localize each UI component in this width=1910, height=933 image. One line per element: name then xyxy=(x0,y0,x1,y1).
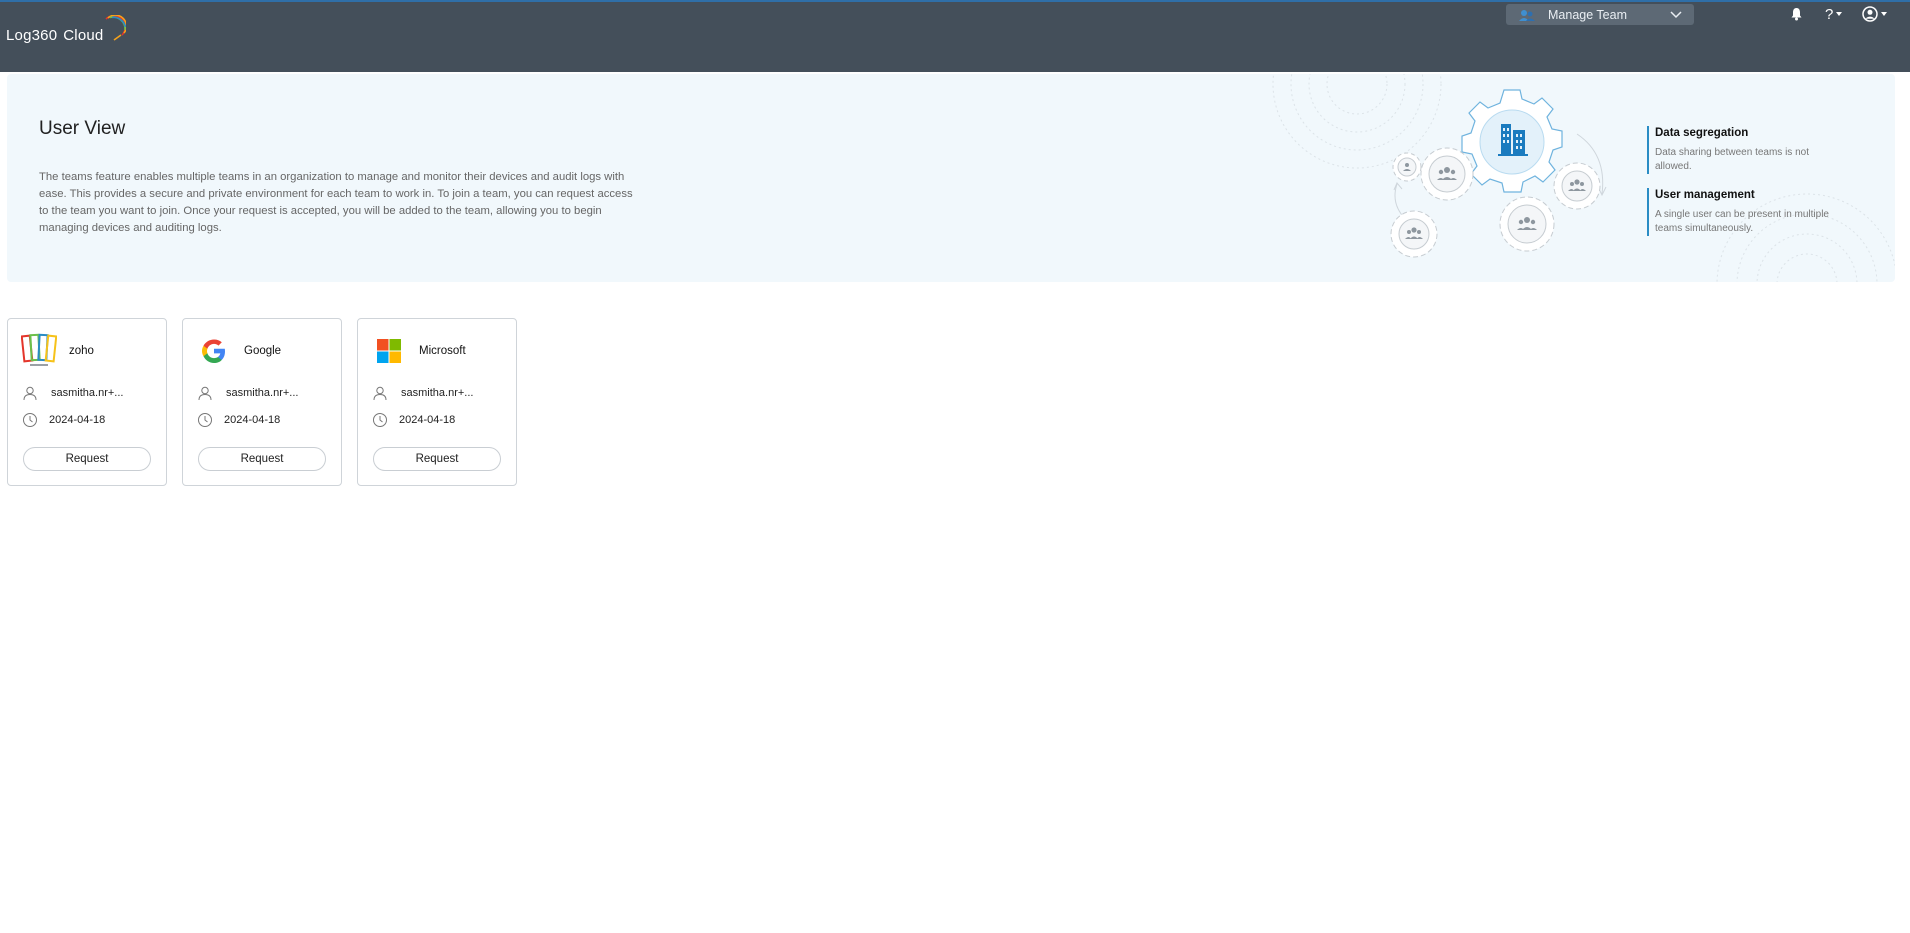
caret-down-icon xyxy=(1881,12,1888,16)
help-button[interactable]: ? xyxy=(1825,5,1843,23)
feature-title: Data segregation xyxy=(1655,127,1749,139)
team-owner-row: sasmitha.nr+... xyxy=(372,385,473,401)
top-bar: Log360 Cloud Manage Team ? xyxy=(0,0,1910,72)
logo-main-text: Log360 xyxy=(6,26,58,44)
app-logo[interactable]: Log360 Cloud xyxy=(6,8,127,44)
manage-team-dropdown[interactable]: Manage Team xyxy=(1506,4,1694,25)
team-owner: sasmitha.nr+... xyxy=(401,387,474,399)
google-logo xyxy=(196,333,232,369)
header-actions: ? xyxy=(1790,4,1888,24)
feature-description: Data sharing between teams is not allowe… xyxy=(1655,147,1809,172)
feature-title: User management xyxy=(1655,189,1755,201)
zoho-logo xyxy=(21,333,57,369)
page-title: User View xyxy=(39,118,126,139)
clock-icon xyxy=(23,413,37,427)
team-date-row: 2024-04-18 xyxy=(372,412,455,428)
team-date-row: 2024-04-18 xyxy=(197,412,280,428)
user-account-button[interactable] xyxy=(1862,6,1888,22)
team-owner-row: sasmitha.nr+... xyxy=(197,385,298,401)
manage-team-label: Manage Team xyxy=(1548,7,1627,22)
feature-data-segregation: Data segregation Data sharing between te… xyxy=(1647,126,1847,174)
teams-info-banner: User View The teams feature enables mult… xyxy=(7,74,1895,282)
team-owner: sasmitha.nr+... xyxy=(51,387,124,399)
team-name: Microsoft xyxy=(419,345,466,357)
help-icon: ? xyxy=(1825,5,1834,23)
feature-user-management: User management A single user can be pre… xyxy=(1647,188,1847,236)
team-owner-row: sasmitha.nr+... xyxy=(22,385,123,401)
user-account-icon xyxy=(1862,6,1879,22)
logo-arc-icon xyxy=(105,15,127,41)
team-created-date: 2024-04-18 xyxy=(224,414,281,426)
clock-icon xyxy=(373,413,387,427)
team-name: zoho xyxy=(69,345,94,357)
request-button[interactable]: Request xyxy=(198,447,326,471)
request-button[interactable]: Request xyxy=(23,447,151,471)
caret-down-icon xyxy=(1836,12,1843,16)
user-icon xyxy=(23,386,37,401)
notifications-button[interactable] xyxy=(1790,7,1803,21)
team-name: Google xyxy=(244,345,282,357)
team-created-date: 2024-04-18 xyxy=(49,414,106,426)
team-icon xyxy=(1519,9,1535,21)
team-card-google: Google sasmitha.nr+... 2024-04-18 Reques… xyxy=(182,318,342,486)
banner-description: The teams feature enables multiple teams… xyxy=(39,171,633,234)
user-icon xyxy=(198,386,212,401)
microsoft-logo xyxy=(371,333,407,369)
clock-icon xyxy=(198,413,212,427)
team-card-zoho: zoho sasmitha.nr+... 2024-04-18 Request xyxy=(7,318,167,486)
team-created-date: 2024-04-18 xyxy=(399,414,456,426)
logo-sub-text: Cloud xyxy=(63,26,104,44)
chevron-down-icon xyxy=(1670,10,1682,18)
bell-icon xyxy=(1791,8,1802,21)
user-icon xyxy=(373,386,387,401)
team-date-row: 2024-04-18 xyxy=(22,412,105,428)
team-owner: sasmitha.nr+... xyxy=(226,387,299,399)
team-cards: zoho sasmitha.nr+... 2024-04-18 Request xyxy=(7,318,532,486)
feature-list: Data segregation Data sharing between te… xyxy=(1647,126,1847,250)
teams-gears-illustration xyxy=(1272,74,1607,258)
feature-description: A single user can be present in multiple… xyxy=(1655,209,1829,234)
team-card-microsoft: Microsoft sasmitha.nr+... 2024-04-18 Req… xyxy=(357,318,517,486)
request-button[interactable]: Request xyxy=(373,447,501,471)
